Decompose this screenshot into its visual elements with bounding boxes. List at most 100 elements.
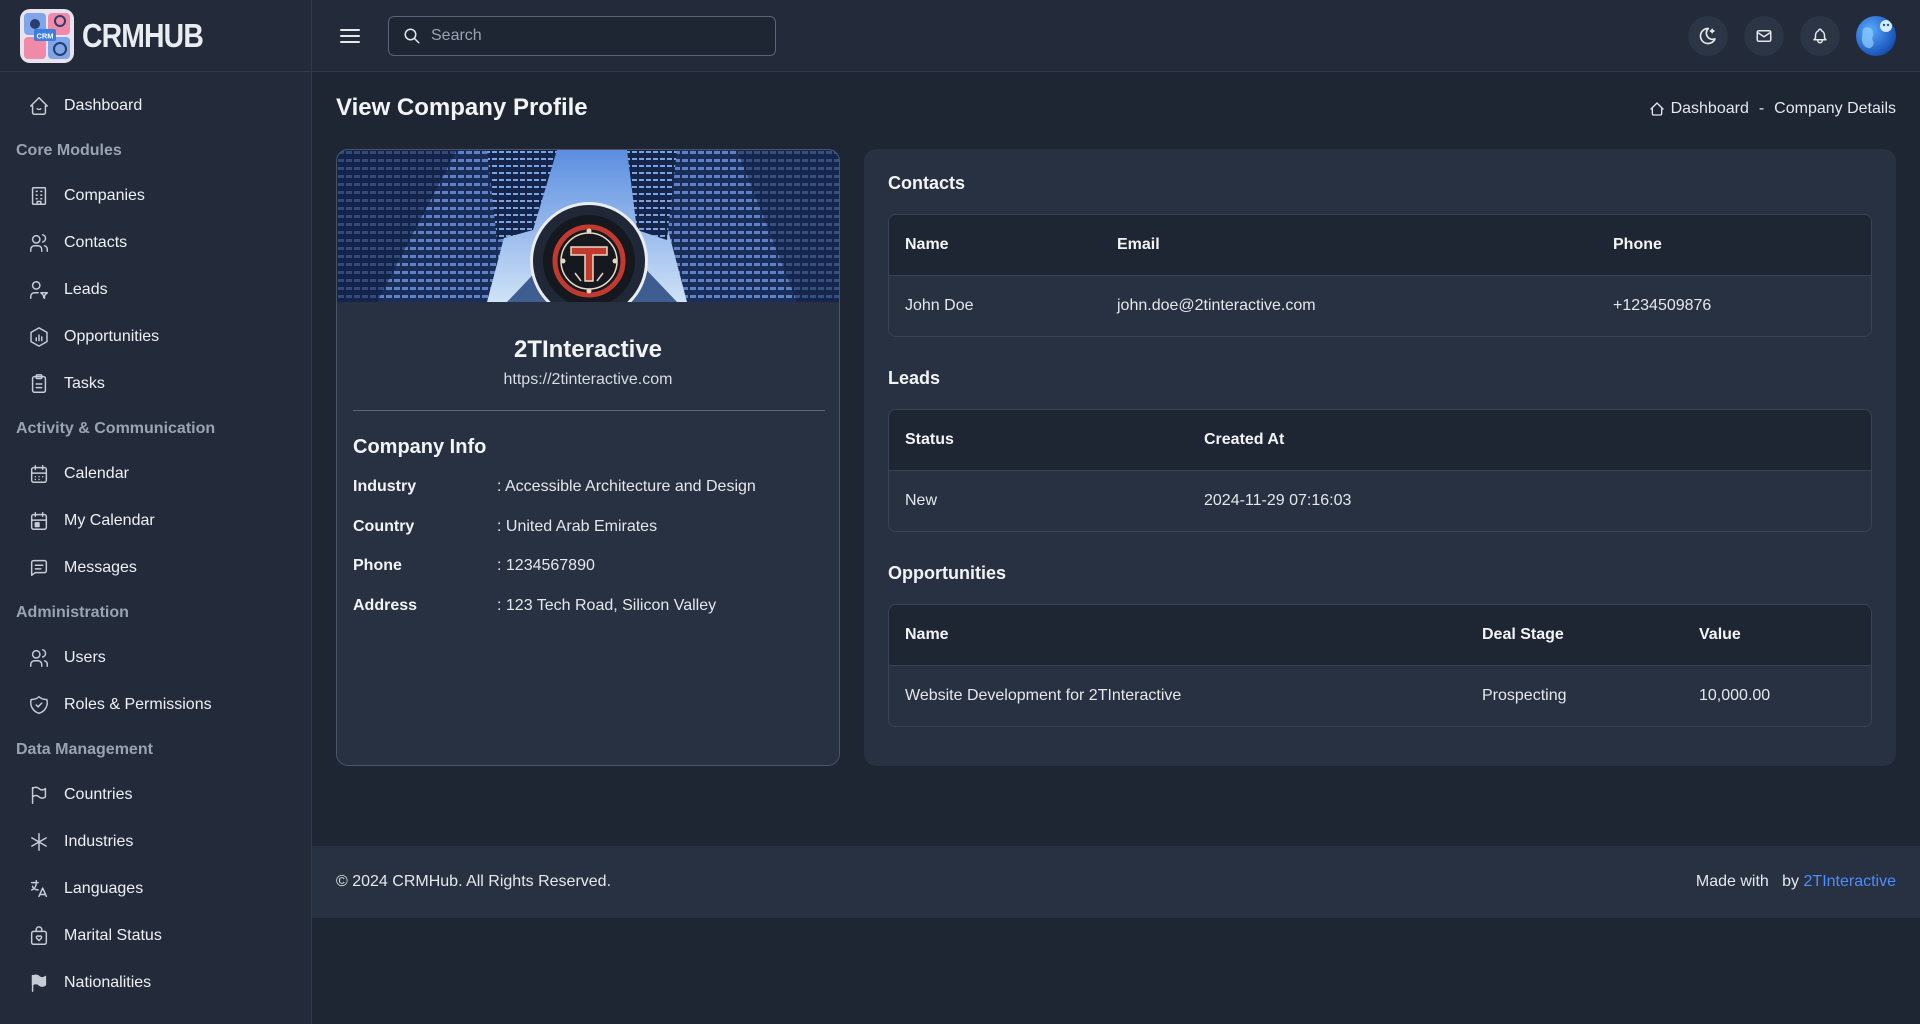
sidebar-section-activity-communication: Activity & Communication — [16, 419, 216, 437]
shield-check-icon — [28, 694, 50, 716]
users-icon — [28, 647, 50, 669]
sidebar-item-companies[interactable]: Companies — [0, 172, 311, 219]
topbar — [312, 0, 1920, 72]
footer-by: by — [1782, 873, 1800, 890]
company-profile-card: 2TInteractive https://2tinteractive.com … — [336, 149, 840, 766]
sidebar-item-calendar[interactable]: Calendar — [0, 450, 311, 497]
sidebar-item-contacts[interactable]: Contacts — [0, 219, 311, 266]
clipboard-icon — [28, 373, 50, 395]
footer-author-link[interactable]: 2TInteractive — [1804, 873, 1896, 890]
sidebar-item-countries[interactable]: Countries — [0, 771, 311, 818]
info-row-country: Country : United Arab Emirates — [353, 518, 657, 536]
opportunities-title: Opportunities — [888, 563, 1006, 583]
theme-toggle-button[interactable] — [1688, 16, 1728, 56]
home-icon — [28, 95, 50, 117]
sidebar-section-core-modules: Core Modules — [16, 141, 122, 159]
notifications-button[interactable] — [1800, 16, 1840, 56]
sidebar-item-messages[interactable]: Messages — [0, 544, 311, 591]
contacts-table: Name Email Phone John Doe john.doe@2tint… — [888, 214, 1872, 337]
sidebar-item-label: Industries — [64, 832, 134, 850]
divider — [353, 410, 825, 411]
info-label: Address — [353, 597, 418, 614]
sidebar-item-label: Nationalities — [64, 973, 152, 991]
sidebar-item-label: Dashboard — [64, 96, 143, 114]
footer-copyright: © 2024 CRMHub. All Rights Reserved. — [336, 873, 612, 890]
sidebar-item-label: Marital Status — [64, 926, 162, 944]
sidebar-item-nationalities[interactable]: Nationalities — [0, 959, 311, 1006]
sidebar-item-label: Calendar — [64, 464, 129, 482]
column-header: Email — [1117, 236, 1160, 253]
sidebar-item-label: Contacts — [64, 233, 128, 251]
mail-icon — [1755, 27, 1773, 45]
info-value: : 123 Tech Road, Silicon Valley — [497, 597, 717, 614]
calendar-user-icon — [28, 510, 50, 532]
message-icon — [28, 557, 50, 579]
sidebar-item-label: Users — [64, 648, 106, 666]
search-icon — [403, 27, 421, 45]
user-filter-icon — [28, 279, 50, 301]
users-icon — [28, 232, 50, 254]
table-cell: 2024-11-29 07:16:03 — [1204, 492, 1352, 509]
info-label: Phone — [353, 557, 402, 574]
sidebar-item-dashboard[interactable]: Dashboard — [0, 82, 311, 129]
sidebar-item-label: Companies — [64, 186, 145, 204]
breadcrumb-separator: - — [1758, 100, 1765, 117]
calendar-icon — [28, 463, 50, 485]
column-header: Status — [905, 431, 954, 448]
sidebar-item-leads[interactable]: Leads — [0, 266, 311, 313]
footer-credit: Made with by 2TInteractive — [1696, 873, 1896, 891]
leads-table: Status Created At New 2024-11-29 07:16:0… — [888, 409, 1872, 532]
sidebar: CRM CRMHUB Dashboard Core Modules Companie… — [0, 0, 312, 1024]
sidebar-item-industries[interactable]: Industries — [0, 818, 311, 865]
column-header: Value — [1699, 626, 1741, 643]
flag-filled-icon — [28, 972, 50, 994]
table-header: Name Email Phone — [889, 215, 1871, 276]
sidebar-item-tasks[interactable]: Tasks — [0, 360, 311, 407]
sidebar-item-languages[interactable]: Languages — [0, 865, 311, 912]
table-row[interactable]: John Doe john.doe@2tinteractive.com +123… — [889, 276, 1871, 336]
flag-icon — [28, 784, 50, 806]
table-row[interactable]: New 2024-11-29 07:16:03 — [889, 471, 1871, 531]
info-value: : Accessible Architecture and Design — [497, 478, 756, 495]
brand-name: CRMHUB — [82, 16, 204, 54]
page-title: View Company Profile — [336, 94, 588, 121]
sidebar-item-label: Opportunities — [64, 327, 160, 345]
breadcrumb-home-link[interactable]: Dashboard — [1671, 100, 1749, 118]
table-header: Status Created At — [889, 410, 1871, 471]
contacts-title: Contacts — [888, 173, 966, 193]
info-row-address: Address : 123 Tech Road, Silicon Valley — [353, 597, 716, 615]
info-row-industry: Industry : Accessible Architecture and D… — [353, 478, 756, 496]
footer-made-with: Made with — [1695, 873, 1769, 890]
table-cell: Website Development for 2TInteractive — [905, 687, 1182, 704]
search-box[interactable] — [388, 16, 776, 56]
moon-icon — [1698, 26, 1718, 46]
info-row-phone: Phone : 1234567890 — [353, 557, 595, 575]
company-related-panel: Contacts Name Email Phone John Doe john.… — [864, 149, 1896, 766]
leads-title: Leads — [888, 368, 941, 388]
table-row[interactable]: Website Development for 2TInteractive Pr… — [889, 666, 1871, 726]
sidebar-item-my-calendar[interactable]: My Calendar — [0, 497, 311, 544]
sidebar-section-administration: Administration — [16, 603, 129, 621]
sidebar-item-users[interactable]: Users — [0, 634, 311, 681]
company-name: 2TInteractive — [513, 336, 663, 363]
search-input[interactable] — [431, 27, 751, 45]
company-website-link[interactable]: https://2tinteractive.com — [337, 371, 839, 389]
home-icon — [1649, 101, 1665, 117]
menu-icon[interactable] — [338, 24, 362, 48]
table-cell: john.doe@2tinteractive.com — [1117, 297, 1316, 314]
sidebar-item-label: My Calendar — [64, 511, 155, 529]
sidebar-section-data-management: Data Management — [16, 740, 153, 758]
avatar[interactable] — [1856, 16, 1896, 56]
sidebar-item-label: Leads — [64, 280, 108, 298]
column-header: Name — [905, 236, 949, 253]
table-cell: 10,000.00 — [1699, 687, 1771, 704]
sidebar-item-marital-status[interactable]: Marital Status — [0, 912, 311, 959]
chart-hexagon-icon — [28, 326, 50, 348]
info-label: Industry — [353, 478, 417, 495]
messages-button[interactable] — [1744, 16, 1784, 56]
sidebar-item-label: Roles & Permissions — [64, 695, 212, 713]
brand-logo-area[interactable]: CRM CRMHUB — [0, 0, 311, 72]
language-icon — [28, 878, 50, 900]
sidebar-item-roles-permissions[interactable]: Roles & Permissions — [0, 681, 311, 728]
sidebar-item-opportunities[interactable]: Opportunities — [0, 313, 311, 360]
